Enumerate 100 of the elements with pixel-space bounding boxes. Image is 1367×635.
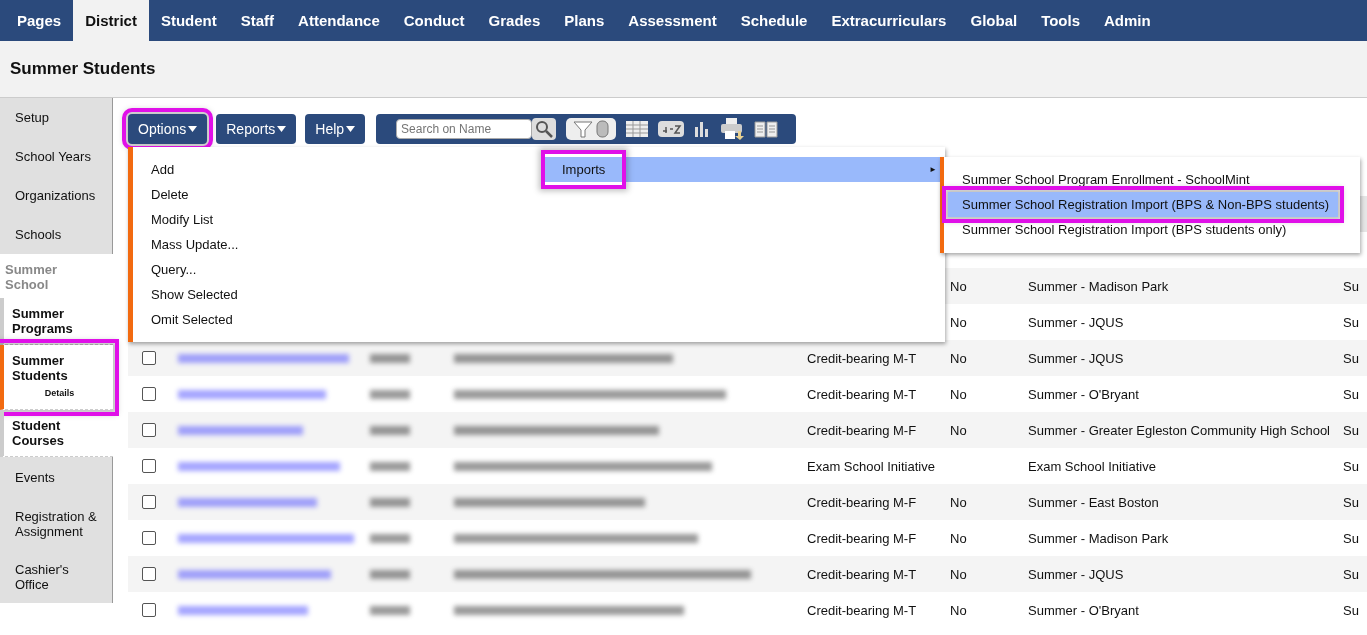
menu-item[interactable]: Show Selected: [133, 282, 543, 307]
sort-icon[interactable]: [658, 121, 685, 137]
table-cell-text: Su: [1342, 494, 1360, 510]
table-cell-text: No: [949, 314, 968, 330]
table-cell-text: Credit-bearing M-T: [806, 350, 918, 366]
table-cell-text: Exam School Initiative: [1027, 458, 1157, 474]
table-cell-text: No: [949, 494, 968, 510]
table-cell-text: Summer - JQUS: [1027, 566, 1125, 582]
nav-tab[interactable]: Grades: [476, 0, 553, 41]
table-cell-text: Exam School Initiative: [806, 458, 936, 474]
menu-item[interactable]: Delete: [133, 182, 543, 207]
menu-button[interactable]: Help: [305, 114, 366, 144]
sidebar-item[interactable]: Setup: [0, 98, 113, 137]
redacted-id: [370, 605, 410, 615]
nav-tab[interactable]: Attendance: [286, 0, 392, 41]
table-cell-text: Su: [1342, 422, 1360, 438]
table-cell-text: Su: [1342, 566, 1360, 582]
table-cell-text: Su: [1342, 314, 1360, 330]
menu-item[interactable]: Mass Update...: [133, 232, 543, 257]
sidebar-item-label: Summer Programs: [12, 306, 74, 336]
sidebar-item[interactable]: Events: [0, 457, 113, 497]
nav-tab[interactable]: Extracurriculars: [819, 0, 959, 41]
table-cell-text: Summer - Greater Egleston Community High School: [1027, 422, 1331, 438]
menu-item[interactable]: Add: [133, 157, 543, 182]
nav-tab[interactable]: Schedule: [728, 0, 820, 41]
row-checkbox[interactable]: [142, 531, 156, 545]
row-checkbox[interactable]: [142, 387, 156, 401]
sidebar-item[interactable]: School Years: [0, 137, 113, 176]
sidebar-item[interactable]: Organizations: [0, 176, 113, 215]
nav-tab[interactable]: Admin: [1092, 0, 1163, 41]
redacted-id: [370, 389, 410, 399]
table-cell-text: Summer - O'Bryant: [1027, 602, 1140, 618]
row-checkbox[interactable]: [142, 423, 156, 437]
page-title: Summer Students: [10, 59, 156, 79]
table-cell-text: Su: [1342, 278, 1360, 294]
table-cell-text: Credit-bearing M-T: [806, 386, 918, 402]
submenu-arrow: ►: [929, 165, 938, 174]
redacted-id: [370, 353, 410, 363]
bar-chart-icon[interactable]: [694, 121, 711, 137]
table-cell-text: No: [949, 350, 968, 366]
imports-label: Imports: [545, 157, 623, 182]
menu-button[interactable]: Reports: [216, 114, 297, 144]
book-icon[interactable]: [754, 120, 779, 138]
sidebar-item-sublabel: Details: [44, 387, 75, 400]
redacted-id: [370, 461, 410, 471]
table-cell-text: Credit-bearing M-T: [806, 566, 918, 582]
search-field[interactable]: Search on Name: [396, 119, 533, 139]
nav-tab[interactable]: Staff: [228, 0, 287, 41]
print-icon[interactable]: [720, 118, 745, 140]
table-cell-text: Su: [1342, 530, 1360, 546]
redacted-id: [370, 533, 410, 543]
nav-tab[interactable]: Conduct: [391, 0, 477, 41]
nav-tab[interactable]: Pages: [5, 0, 74, 41]
caret-icon: [188, 126, 198, 132]
table-cell-text: Summer - JQUS: [1027, 314, 1125, 330]
row-checkbox[interactable]: [142, 495, 156, 509]
table-cell-text: Su: [1342, 350, 1360, 366]
grid-icon[interactable]: [626, 121, 649, 137]
row-checkbox[interactable]: [142, 351, 156, 365]
redacted-id: [370, 425, 410, 435]
nav-tab[interactable]: Student: [148, 0, 229, 41]
redacted-id: [370, 569, 410, 579]
table-cell-text: Su: [1342, 602, 1360, 618]
menu-item[interactable]: Summer School Registration Import (BPS students only): [944, 217, 1338, 242]
menu-item[interactable]: Omit Selected: [133, 307, 543, 332]
sidebar-item[interactable]: Registration & Assignment: [0, 497, 113, 550]
table-cell-text: Summer - Madison Park: [1027, 530, 1170, 546]
sidebar-item-label: Summer Students: [12, 353, 69, 383]
table-cell-text: No: [949, 566, 968, 582]
sidebar-item[interactable]: Summer Programs: [0, 298, 113, 345]
sidebar-item-label: Student Courses: [12, 418, 66, 448]
sidebar-item[interactable]: Summer Students Details: [0, 345, 113, 410]
nav-tab[interactable]: Assessment: [616, 0, 729, 41]
row-checkbox[interactable]: [142, 567, 156, 581]
sidebar-item[interactable]: Cashier's Office: [0, 550, 113, 603]
table-cell-text: Credit-bearing M-F: [806, 494, 918, 510]
sidebar-item[interactable]: Schools: [0, 215, 113, 254]
row-checkbox[interactable]: [142, 459, 156, 473]
search-icon[interactable]: [532, 118, 557, 140]
nav-tab[interactable]: Plans: [552, 0, 617, 41]
nav-tab[interactable]: District: [73, 0, 149, 41]
table-cell-text: No: [949, 530, 968, 546]
table-cell-text: Credit-bearing M-F: [806, 422, 918, 438]
table-cell-text: Summer - East Boston: [1027, 494, 1160, 510]
nav-tab[interactable]: Tools: [1029, 0, 1093, 41]
table-cell-text: Credit-bearing M-T: [806, 602, 918, 618]
redacted-id: [370, 497, 410, 507]
table-cell-text: No: [949, 278, 968, 294]
menu-item[interactable]: Summer School Program Enrollment - SchoolMint: [944, 167, 1338, 192]
table-cell-text: Su: [1342, 386, 1360, 402]
caret-icon: [346, 126, 356, 132]
sidebar-section-title: Summer School: [5, 262, 59, 292]
nav-tab[interactable]: Global: [958, 0, 1030, 41]
row-checkbox[interactable]: [142, 603, 156, 617]
caret-icon: [277, 126, 287, 132]
table-cell-text: Summer - Madison Park: [1027, 278, 1170, 294]
table-cell-text: Summer - JQUS: [1027, 350, 1125, 366]
menu-item[interactable]: Modify List: [133, 207, 543, 232]
filter-toggle-icon[interactable]: [566, 118, 617, 140]
menu-item[interactable]: Query...: [133, 257, 543, 282]
